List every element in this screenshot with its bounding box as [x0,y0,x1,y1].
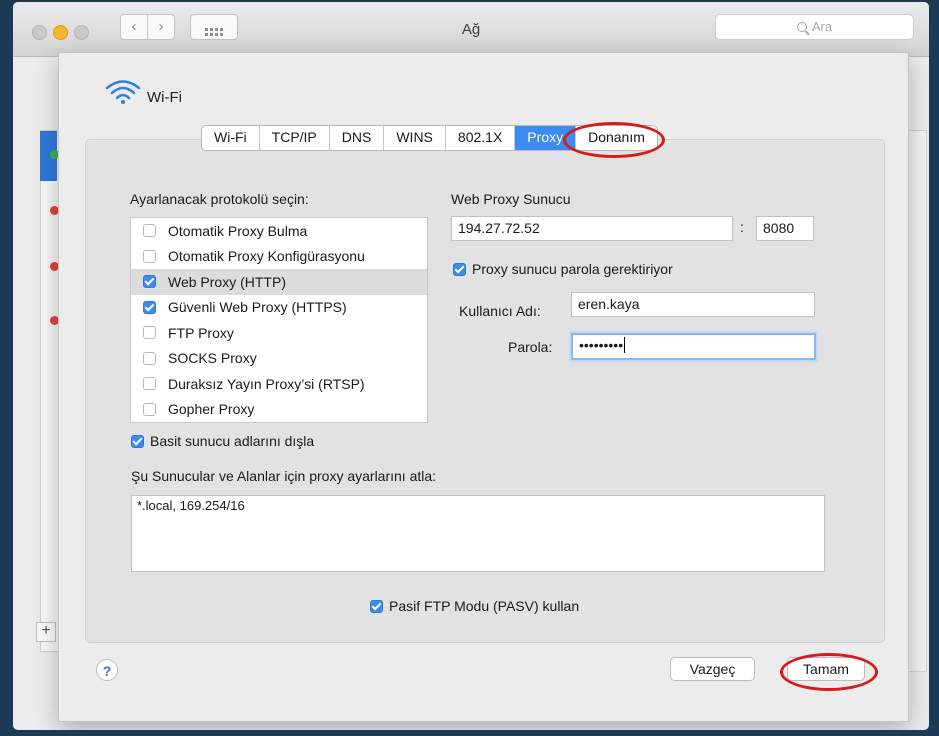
protocol-item[interactable]: SOCKS Proxy [131,346,427,372]
protocol-label: SOCKS Proxy [168,350,257,367]
protocol-item[interactable]: Otomatik Proxy Konfigürasyonu [131,244,427,270]
protocol-item[interactable]: Otomatik Proxy Bulma [131,218,427,244]
bypass-hosts-textarea[interactable]: *.local, 169.254/16 [131,495,825,572]
passive-ftp-label: Pasif FTP Modu (PASV) kullan [389,598,580,614]
bypass-label: Şu Sunucular ve Alanlar için proxy ayarl… [131,468,437,484]
cancel-button[interactable]: Vazgeç [670,657,755,681]
checkbox[interactable] [143,377,156,391]
protocol-label: FTP Proxy [168,324,234,341]
proxy-server-heading: Web Proxy Sunucu [451,191,571,207]
requires-password-label: Proxy sunucu parola gerektiriyor [472,261,673,277]
tab-wifi[interactable]: Wi-Fi [202,126,260,150]
exclude-simple-hostnames-row[interactable]: Basit sunucu adlarını dışla [131,433,314,449]
network-preferences-window: ‹ › Ağ Ara + Wi-Fi Wi-Fi TCP/IP DNS WINS… [13,2,929,730]
search-field[interactable]: Ara [715,14,914,40]
protocol-label: Web Proxy (HTTP) [168,273,286,290]
ok-button[interactable]: Tamam [787,657,865,681]
username-field[interactable]: eren.kaya [571,292,815,317]
protocol-item[interactable]: Duraksız Yayın Proxy’si (RTSP) [131,371,427,397]
passive-ftp-row[interactable]: Pasif FTP Modu (PASV) kullan [370,598,579,614]
interface-name: Wi-Fi [147,89,182,106]
checkbox[interactable] [143,402,156,416]
requires-password-checkbox-row[interactable]: Proxy sunucu parola gerektiriyor [453,261,673,277]
username-label: Kullanıcı Adı: [459,303,541,319]
protocol-item[interactable]: FTP Proxy [131,320,427,346]
protocol-label: Gopher Proxy [168,401,255,418]
protocol-label: Güvenli Web Proxy (HTTPS) [168,299,347,316]
add-service-button[interactable]: + [36,622,56,642]
tab-tcpip[interactable]: TCP/IP [260,126,330,150]
exclude-simple-hostnames-label: Basit sunucu adlarını dışla [150,433,315,449]
checkbox[interactable] [143,351,156,365]
password-label: Parola: [508,339,553,355]
password-field[interactable]: ••••••••• [571,333,816,360]
title-bar: ‹ › Ağ Ara [13,2,929,57]
search-icon [796,22,807,32]
protocol-list[interactable]: Otomatik Proxy Bulma Otomatik Proxy Konf… [130,217,428,423]
passive-ftp-checkbox[interactable] [370,599,383,613]
requires-password-checkbox[interactable] [453,262,466,276]
proxy-settings-sheet: Wi-Fi Wi-Fi TCP/IP DNS WINS 802.1X Proxy… [58,52,909,722]
checkbox[interactable] [143,224,156,238]
protocol-list-heading: Ayarlanacak protokolü seçin: [130,191,309,207]
checkbox[interactable] [143,275,156,289]
tab-proxy[interactable]: Proxy [515,126,577,150]
port-separator: : [740,219,744,235]
protocol-label: Otomatik Proxy Konfigürasyonu [168,248,365,265]
protocol-item[interactable]: Gopher Proxy [131,397,427,423]
tab-hardware[interactable]: Donanım [576,126,657,150]
tab-wins[interactable]: WINS [384,126,446,150]
tab-8021x[interactable]: 802.1X [446,126,516,150]
checkbox[interactable] [143,300,156,314]
password-mask: ••••••••• [579,337,624,353]
checkbox[interactable] [143,249,156,263]
tab-dns[interactable]: DNS [330,126,385,150]
protocol-label: Otomatik Proxy Bulma [168,222,308,239]
proxy-host-field[interactable]: 194.27.72.52 [451,216,733,241]
text-caret [624,337,626,353]
exclude-simple-hostnames-checkbox[interactable] [131,434,144,448]
help-button[interactable]: ? [96,659,118,681]
protocol-item[interactable]: Güvenli Web Proxy (HTTPS) [131,295,427,321]
protocol-label: Duraksız Yayın Proxy’si (RTSP) [168,375,365,392]
proxy-port-field[interactable]: 8080 [756,216,814,241]
search-placeholder: Ara [811,19,833,34]
tab-bar: Wi-Fi TCP/IP DNS WINS 802.1X Proxy Donan… [201,125,658,151]
checkbox[interactable] [143,326,156,340]
wifi-icon [105,80,141,104]
protocol-item[interactable]: Web Proxy (HTTP) [131,269,427,295]
